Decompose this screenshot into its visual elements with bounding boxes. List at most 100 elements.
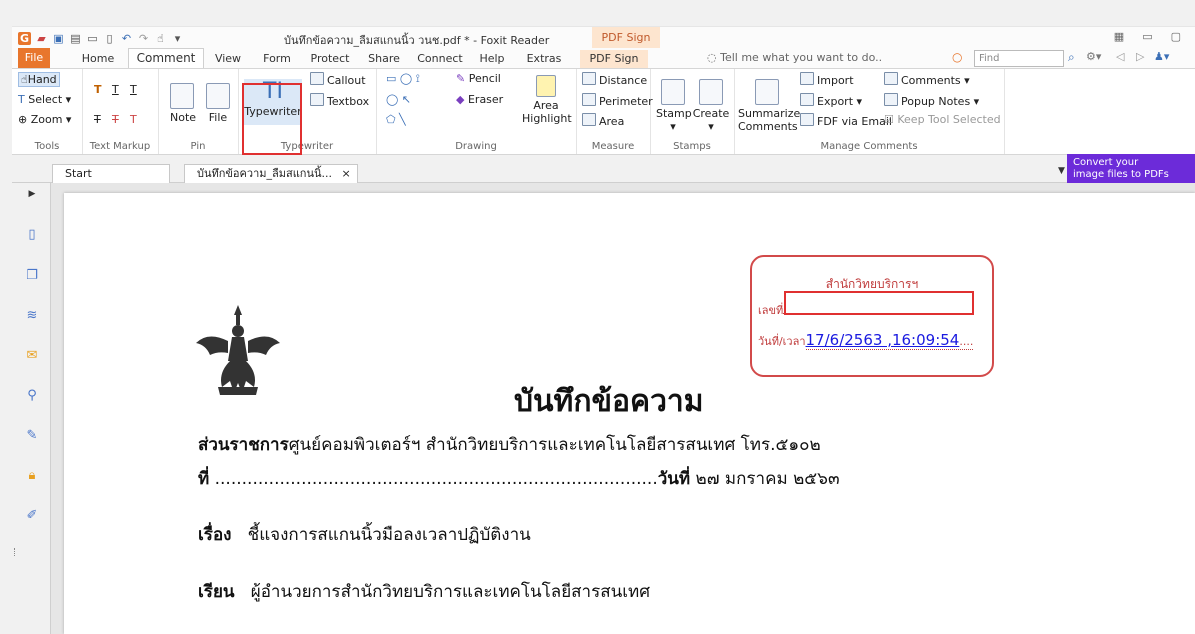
layers-icon[interactable]: ≋ <box>25 308 39 323</box>
export-icon <box>800 93 814 106</box>
tab-file[interactable]: File <box>18 48 50 68</box>
tab-extras[interactable]: Extras <box>522 50 566 68</box>
nav-forward-icon[interactable]: ▷ <box>1136 50 1144 63</box>
group-drawing: ▭ ◯ ⟟ ◯ ↖ ⬠ ╲ ✎ Pencil ◆ Eraser Area High… <box>376 69 577 154</box>
search-icon[interactable]: ⌕ <box>1068 50 1075 65</box>
zoom-tool-button[interactable]: ⊕ Zoom ▾ <box>18 113 71 126</box>
underline-text-icon[interactable]: T <box>112 83 119 96</box>
new-icon[interactable]: ▯ <box>103 32 116 45</box>
oval-arrow-icon[interactable]: ◯ ↖ <box>386 93 411 106</box>
group-tools: ☝Hand T Select ▾ ⊕ Zoom ▾ Tools <box>12 69 83 154</box>
popup-notes-icon <box>884 93 898 106</box>
callout-button[interactable]: Callout <box>310 72 366 87</box>
tab-start[interactable]: Start <box>52 164 170 183</box>
select-tool-button[interactable]: T Select ▾ <box>18 93 71 106</box>
popup-notes-dropdown[interactable]: Popup Notes ▾ <box>884 93 979 108</box>
settings-icon[interactable]: ⚙▾ <box>1086 50 1101 63</box>
close-tab-icon[interactable]: × <box>342 167 351 180</box>
save-icon[interactable]: ▣ <box>52 32 65 45</box>
tab-protect[interactable]: Protect <box>304 50 356 68</box>
group-stamps: Stamp ▾ Create ▾ Stamps <box>650 69 735 154</box>
rectangle-icon[interactable]: ▭ ◯ ⟟ <box>386 72 420 86</box>
strikeout-text-icon[interactable]: T <box>94 113 101 126</box>
redo-icon[interactable]: ↷ <box>137 32 150 45</box>
hand-icon: ☝ <box>21 73 28 86</box>
pencil-button[interactable]: ✎ Pencil <box>456 72 501 85</box>
polygon-line-icon[interactable]: ⬠ ╲ <box>386 113 406 126</box>
panel-resize-handle[interactable] <box>14 548 19 556</box>
textbox-button[interactable]: Textbox <box>310 93 369 108</box>
page-icon[interactable]: ▭ <box>86 32 99 45</box>
area-highlight-icon <box>536 75 556 97</box>
perimeter-icon <box>582 93 596 106</box>
insert-text-icon[interactable]: T <box>130 113 137 126</box>
file-attach-button[interactable]: File <box>206 83 230 124</box>
import-button[interactable]: Import <box>800 72 854 87</box>
comments-dropdown[interactable]: Comments ▾ <box>884 72 970 87</box>
keep-tool-selected-checkbox[interactable]: ☑ Keep Tool Selected <box>884 113 1001 126</box>
replace-text-icon[interactable]: T <box>112 113 119 126</box>
group-pin: Note File Pin <box>158 69 239 154</box>
eraser-button[interactable]: ◆ Eraser <box>456 93 503 106</box>
security-lock-icon[interactable]: 🔒︎ <box>25 468 39 483</box>
tab-view[interactable]: View <box>210 50 246 68</box>
signature-panel-icon[interactable]: ✎ <box>25 428 39 443</box>
left-navigation-panel: ▶ ▯ ❐ ≋ ✉ ⚲ ✎ 🔒︎ ✐ <box>12 183 51 634</box>
comments-icon <box>884 72 898 85</box>
customize-icon[interactable]: ▾ <box>171 32 184 45</box>
document-viewer[interactable]: สำนักวิทยบริการฯ เลขที่ วันที่/เวลา 17/6… <box>51 183 1195 634</box>
tab-share[interactable]: Share <box>364 50 404 68</box>
tab-connect[interactable]: Connect <box>412 50 468 68</box>
open-icon[interactable]: ▰ <box>35 32 48 45</box>
create-stamp-button[interactable]: Create ▾ <box>692 79 730 133</box>
note-button[interactable]: Note <box>170 83 196 124</box>
note-icon <box>170 83 194 109</box>
account-icon[interactable]: ♟▾ <box>1154 50 1169 63</box>
hand-tool-button[interactable]: ☝Hand <box>18 72 60 87</box>
page-thumbnail-icon[interactable]: ▯ <box>25 227 39 242</box>
undo-icon[interactable]: ↶ <box>120 32 133 45</box>
comments-panel-icon[interactable]: ✉ <box>25 348 39 363</box>
attachments-icon[interactable]: ⚲ <box>25 388 39 403</box>
tab-form[interactable]: Form <box>258 50 296 68</box>
area-measure-button[interactable]: Area <box>582 113 624 128</box>
group-label-stamps: Stamps <box>673 141 711 152</box>
tab-help[interactable]: Help <box>474 50 510 68</box>
help-circle-icon[interactable]: ○ <box>952 50 962 64</box>
area-highlight-button[interactable]: Area Highlight <box>522 75 572 125</box>
highlight-text-icon[interactable]: T <box>94 83 102 96</box>
area-icon <box>582 113 596 126</box>
group-label-pin: Pin <box>190 141 206 152</box>
restore-icon[interactable]: ▢ <box>1171 30 1181 43</box>
distance-button[interactable]: Distance <box>582 72 647 87</box>
tab-home[interactable]: Home <box>78 50 118 68</box>
tab-comment[interactable]: Comment <box>128 48 204 69</box>
tab-list-icon[interactable]: ▼ <box>1058 166 1065 176</box>
export-button[interactable]: Export ▾ <box>800 93 862 108</box>
destination-icon[interactable]: ✐ <box>25 508 39 523</box>
document-tab-bar: Start บันทึกข้อความ_ลืมสแกนนิ้... × ▼ Co… <box>12 154 1195 184</box>
stamp-icon <box>661 79 685 105</box>
nav-back-icon[interactable]: ◁ <box>1116 50 1124 63</box>
group-label-measure: Measure <box>591 141 635 152</box>
tab-pdf-sign[interactable]: PDF Sign <box>580 50 648 68</box>
pdf-page[interactable]: สำนักวิทยบริการฯ เลขที่ วันที่/เวลา 17/6… <box>64 193 1195 634</box>
group-measure: Distance Perimeter Area Measure <box>576 69 653 154</box>
reference-line: ที่ ....................................… <box>198 469 840 489</box>
print-icon[interactable]: ▤ <box>69 32 82 45</box>
minimize-icon[interactable]: ▭ <box>1142 30 1152 43</box>
tell-me-box[interactable]: ◌ Tell me what you want to do.. <box>707 51 882 64</box>
summarize-comments-button[interactable]: Summarize Comments <box>738 79 800 133</box>
tab-current-document[interactable]: บันทึกข้อความ_ลืมสแกนนิ้... × <box>184 164 358 183</box>
ribbon-options-icon[interactable]: ▦ <box>1114 30 1124 43</box>
stamp-button[interactable]: Stamp ▾ <box>656 79 692 133</box>
find-input[interactable]: Find <box>974 50 1064 67</box>
expand-panel-icon[interactable]: ▶ <box>25 187 39 202</box>
squiggly-text-icon[interactable]: T <box>130 83 137 96</box>
convert-promo-banner[interactable]: Convert your image files to PDFs <box>1067 154 1195 184</box>
pages-icon[interactable]: ❐ <box>25 268 39 283</box>
hand-qat-icon[interactable]: ☝ <box>154 32 167 45</box>
eraser-icon: ◆ <box>456 93 465 106</box>
fdf-via-email-button[interactable]: FDF via Email <box>800 113 892 128</box>
perimeter-button[interactable]: Perimeter <box>582 93 653 108</box>
